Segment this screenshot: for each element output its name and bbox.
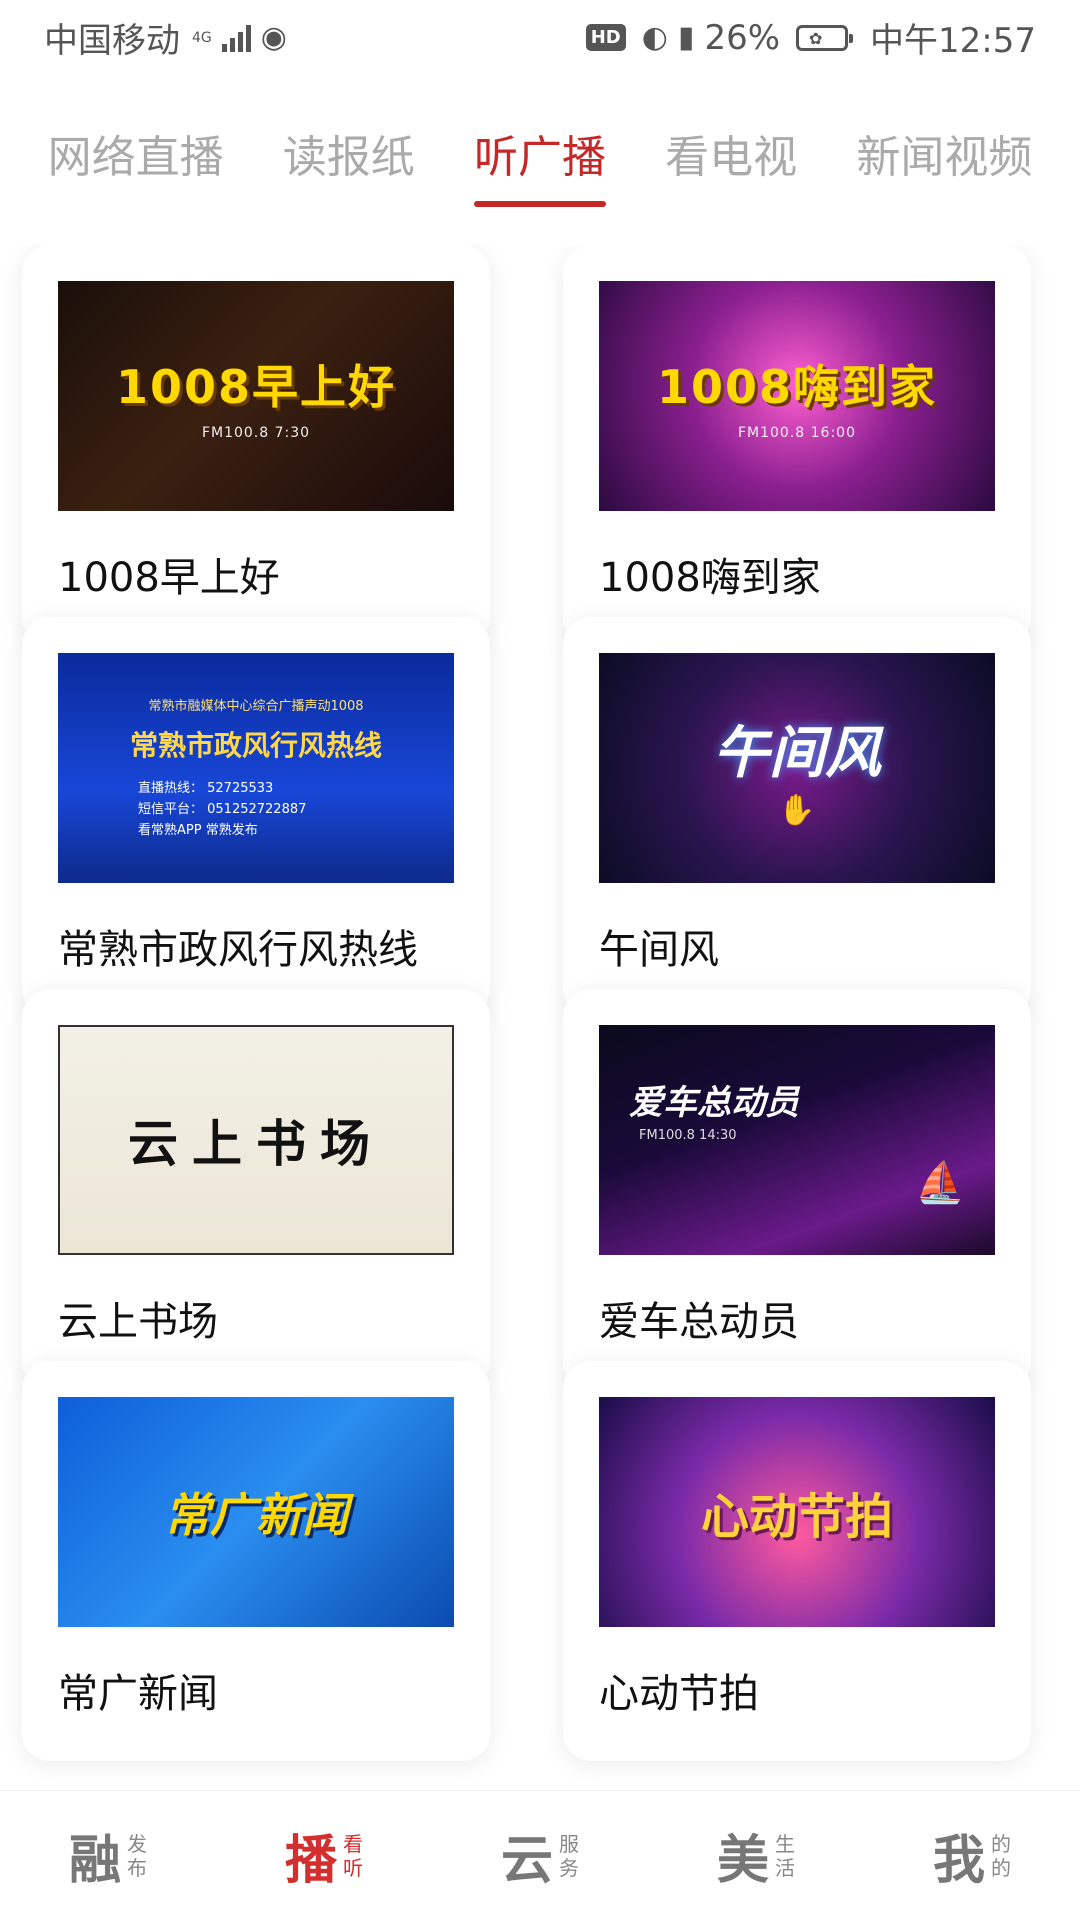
category-tabs: 网络直播 读报纸 听广播 看电视 新闻视频 [0, 105, 1080, 215]
program-card[interactable]: 午间风 ✋ 午间风 [563, 617, 1031, 1017]
thumb-logo: 爱车总动员 [629, 1082, 799, 1123]
thumb-logo: 1008嗨到家 [656, 360, 938, 414]
tab-news-video[interactable]: 新闻视频 [856, 105, 1032, 215]
nav-sub-top: 的 [991, 1831, 1011, 1856]
status-right: HD ◐ ▮ 26% ✿ 中午12:57 [585, 13, 1036, 62]
program-thumbnail: 心动节拍 [599, 1397, 995, 1627]
battery-percent: 26% [704, 17, 781, 58]
nav-watch-listen[interactable]: 播 看 听 [285, 1818, 363, 1893]
program-thumbnail: 1008早上好 FM100.8 7:30 [58, 281, 454, 511]
nav-life-sub: 生 活 [775, 1832, 795, 1880]
carrier-label: 中国移动 [44, 21, 180, 61]
thumb-header: 常熟市融媒体中心综合广播声动1008 [148, 699, 364, 714]
status-left: 中国移动 4G ◉ [44, 13, 287, 62]
program-card[interactable]: 云上书场 云上书场 [22, 989, 490, 1389]
program-card[interactable]: 爱车总动员 FM100.8 14:30 ⛵ 爱车总动员 [563, 989, 1031, 1389]
nav-sub-top: 看 [343, 1831, 363, 1856]
car-icon: ⛵ [915, 1159, 965, 1206]
program-thumbnail: 常广新闻 [58, 1397, 454, 1627]
nav-publish-glyph: 融 [68, 1831, 121, 1891]
nav-mine-sub: 的 的 [991, 1832, 1011, 1880]
nav-watch-listen-glyph: 播 [284, 1831, 337, 1891]
nav-sub-bottom: 的 [991, 1855, 1011, 1880]
nav-publish[interactable]: 融 发 布 [69, 1818, 147, 1893]
program-title: 云上书场 [58, 1299, 218, 1345]
nav-sub-top: 发 [127, 1831, 147, 1856]
program-thumbnail: 爱车总动员 FM100.8 14:30 ⛵ [599, 1025, 995, 1255]
program-title: 爱车总动员 [599, 1299, 799, 1345]
thumb-logo: 常广新闻 [164, 1488, 348, 1542]
program-thumbnail: 1008嗨到家 FM100.8 16:00 [599, 281, 995, 511]
nav-sub-bottom: 听 [343, 1855, 363, 1880]
program-card[interactable]: 1008早上好 FM100.8 7:30 1008早上好 [22, 245, 490, 645]
nav-cloud-service-glyph: 云 [500, 1831, 553, 1891]
program-thumbnail: 云上书场 [58, 1025, 454, 1255]
nav-sub-bottom: 布 [127, 1855, 147, 1880]
clock: 中午12:57 [870, 21, 1036, 61]
program-title: 心动节拍 [599, 1671, 759, 1717]
network-type-label: 4G [192, 29, 212, 46]
tab-live[interactable]: 网络直播 [48, 105, 224, 215]
thumb-freq: FM100.8 14:30 [639, 1127, 737, 1143]
thumb-app: 看常熟APP 常熟发布 [138, 823, 258, 838]
program-card[interactable]: 1008嗨到家 FM100.8 16:00 1008嗨到家 [563, 245, 1031, 645]
nav-life[interactable]: 美 生 活 [717, 1818, 795, 1893]
nav-mine-glyph: 我 [932, 1831, 985, 1891]
program-thumbnail: 午间风 ✋ [599, 653, 995, 883]
nav-cloud-service[interactable]: 云 服 务 [501, 1818, 579, 1893]
nav-publish-sub: 发 布 [127, 1832, 147, 1880]
tab-newspaper[interactable]: 读报纸 [283, 105, 415, 215]
program-grid: 1008早上好 FM100.8 7:30 1008早上好 1008嗨到家 FM1… [0, 245, 1080, 1790]
program-title: 午间风 [599, 927, 719, 973]
nav-sub-bottom: 活 [775, 1855, 795, 1880]
bottom-nav: 融 发 布 播 看 听 云 服 务 美 生 活 我 的 的 [0, 1790, 1080, 1920]
data-saver-icon: ◐ [641, 20, 668, 55]
thumb-logo: 1008早上好 [115, 360, 397, 414]
battery-icon: ✿ [796, 24, 854, 51]
thumb-logo: 午间风 [713, 721, 881, 786]
program-card[interactable]: 心动节拍 心动节拍 [563, 1361, 1031, 1761]
thumb-hotline: 直播热线： 52725533 [138, 781, 274, 796]
thumb-logo: 心动节拍 [700, 1489, 893, 1545]
program-title: 1008早上好 [58, 555, 280, 601]
thumb-freq: FM100.8 7:30 [201, 425, 311, 441]
program-card[interactable]: 常熟市融媒体中心综合广播声动1008 常熟市政风行风热线 直播热线： 52725… [22, 617, 490, 1017]
program-title: 1008嗨到家 [599, 555, 821, 601]
wifi-icon: ◉ [260, 20, 287, 55]
tab-tv[interactable]: 看电视 [665, 105, 797, 215]
nav-life-glyph: 美 [716, 1831, 769, 1891]
program-card[interactable]: 常广新闻 常广新闻 [22, 1361, 490, 1761]
tab-radio[interactable]: 听广播 [473, 105, 606, 215]
handshake-icon: ✋ [778, 793, 816, 828]
nav-watch-listen-sub: 看 听 [343, 1832, 363, 1880]
vibrate-icon: ▮ [677, 20, 695, 55]
thumb-freq: FM100.8 16:00 [737, 425, 856, 441]
signal-icon [221, 24, 251, 52]
nav-sub-top: 服 [559, 1831, 579, 1856]
thumb-logo: 常熟市政风行风热线 [129, 729, 382, 762]
program-title: 常广新闻 [58, 1671, 218, 1717]
program-title: 常熟市政风行风热线 [58, 927, 418, 973]
status-bar: 中国移动 4G ◉ HD ◐ ▮ 26% ✿ 中午12:57 [0, 0, 1080, 75]
nav-sub-bottom: 务 [559, 1855, 579, 1880]
thumb-logo: 云上书场 [128, 1114, 384, 1173]
nav-sub-top: 生 [775, 1831, 795, 1856]
thumb-sms: 短信平台： 051252722887 [138, 802, 307, 817]
program-thumbnail: 常熟市融媒体中心综合广播声动1008 常熟市政风行风热线 直播热线： 52725… [58, 653, 454, 883]
nav-mine[interactable]: 我 的 的 [933, 1818, 1011, 1893]
hd-icon: HD [585, 24, 626, 51]
nav-cloud-service-sub: 服 务 [559, 1832, 579, 1880]
